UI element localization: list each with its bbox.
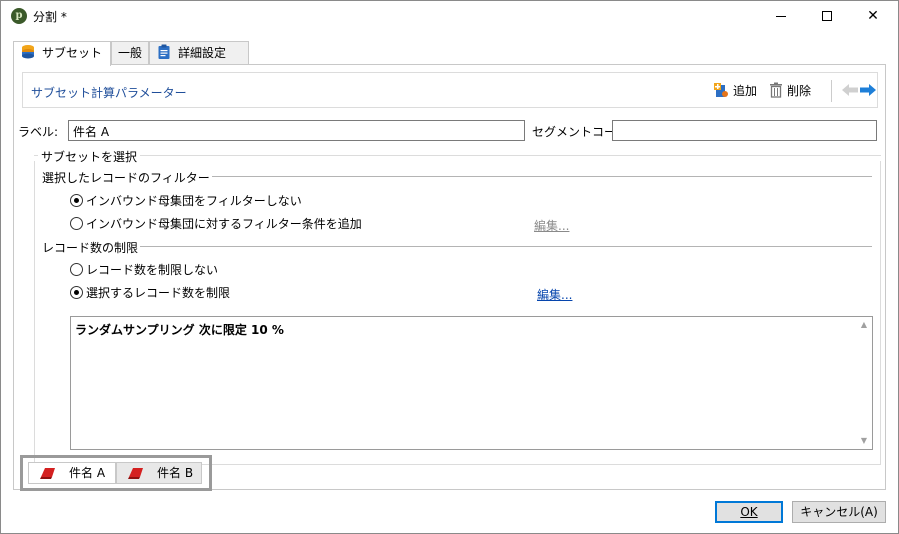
minimize-button[interactable] — [758, 1, 804, 32]
limit-heading: レコード数の制限 — [42, 239, 141, 256]
close-icon: ✕ — [867, 8, 879, 24]
radio-add-filter-label: インバウンド母集団に対するフィルター条件を追加 — [86, 217, 362, 231]
tab-subset-label: サブセット — [42, 46, 103, 60]
limit-divider — [42, 246, 872, 247]
label-input[interactable]: 件名 A — [68, 120, 525, 141]
radio-no-filter-label: インバウンド母集団をフィルターしない — [86, 194, 302, 208]
toolbar-separator — [831, 80, 832, 102]
group-border-top — [34, 155, 881, 156]
summary-textarea[interactable]: ランダムサンプリング 次に限定 10 % ▲ ▼ — [70, 316, 873, 450]
cancel-button-label: キャンセル(A) — [800, 505, 878, 519]
bottom-tab-subject-a[interactable]: 件名 A — [28, 462, 116, 484]
filter-heading: 選択したレコードのフィルター — [42, 169, 212, 186]
add-button[interactable]: 追加 — [713, 82, 757, 101]
radio-add-filter-indicator — [70, 217, 83, 230]
trash-icon — [769, 82, 783, 101]
filter-edit-link[interactable]: 編集... — [534, 217, 569, 234]
previous-arrow-button[interactable] — [841, 81, 859, 99]
subset-group-legend: サブセットを選択 — [38, 148, 141, 165]
database-icon — [20, 44, 36, 60]
radio-no-limit-indicator — [70, 263, 83, 276]
cancel-button[interactable]: キャンセル(A) — [792, 501, 886, 523]
window-title: 分割 * — [33, 10, 67, 24]
summary-scrollbar[interactable]: ▲ ▼ — [856, 317, 872, 449]
tab-advanced[interactable]: 詳細設定 — [149, 41, 249, 65]
ok-button[interactable]: OK — [715, 501, 783, 523]
arrow-left-icon — [842, 84, 858, 96]
radio-limit-records-indicator — [70, 286, 83, 299]
maximize-button[interactable] — [804, 1, 850, 32]
next-arrow-button[interactable] — [859, 81, 877, 99]
add-button-label: 追加 — [733, 84, 758, 98]
label-caption: ラベル: — [18, 125, 59, 139]
minimize-icon — [776, 16, 786, 17]
tab-subset[interactable]: サブセット — [13, 41, 111, 66]
radio-no-filter[interactable]: インバウンド母集団をフィルターしない — [70, 193, 302, 209]
limit-edit-link[interactable]: 編集... — [537, 286, 572, 303]
subset-red-icon — [39, 466, 57, 486]
scroll-down-icon[interactable]: ▼ — [860, 437, 868, 445]
ok-button-label: OK — [740, 505, 758, 519]
delete-button[interactable]: 削除 — [769, 82, 811, 101]
radio-limit-records[interactable]: 選択するレコード数を制限 — [70, 285, 230, 301]
radio-no-filter-indicator — [70, 194, 83, 207]
dialog-window: p 分割 * ✕ サブセット 一般 詳細設定 サブセット計算パラメーター 追加 … — [0, 0, 899, 534]
section-title: サブセット計算パラメーター — [31, 86, 187, 100]
arrow-right-icon — [860, 84, 876, 96]
title-bar: p 分割 * ✕ — [1, 1, 898, 32]
delete-button-label: 削除 — [787, 84, 812, 98]
radio-no-limit[interactable]: レコード数を制限しない — [70, 262, 218, 278]
subset-panel: サブセット計算パラメーター 追加 削除 ラベル: 件名 A セグメントコード: … — [13, 64, 886, 490]
app-logo-icon: p — [11, 8, 27, 24]
close-button[interactable]: ✕ — [850, 1, 896, 32]
add-icon — [713, 82, 729, 101]
bottom-tab-subject-a-label: 件名 A — [69, 466, 106, 480]
tab-general[interactable]: 一般 — [111, 41, 149, 65]
radio-limit-records-label: 選択するレコード数を制限 — [86, 286, 231, 300]
scroll-up-icon[interactable]: ▲ — [860, 321, 868, 329]
radio-add-filter[interactable]: インバウンド母集団に対するフィルター条件を追加 — [70, 216, 362, 232]
summary-text: ランダムサンプリング 次に限定 10 % — [75, 323, 284, 337]
radio-no-limit-label: レコード数を制限しない — [86, 263, 219, 277]
section-header: サブセット計算パラメーター 追加 削除 — [22, 72, 878, 108]
tab-advanced-label: 詳細設定 — [178, 46, 227, 60]
tab-general-label: 一般 — [118, 46, 143, 60]
segment-code-input[interactable] — [612, 120, 877, 141]
subset-red-icon — [127, 466, 145, 486]
bottom-tab-subject-b-label: 件名 B — [157, 466, 194, 480]
clipboard-icon — [156, 44, 172, 60]
maximize-icon — [822, 11, 832, 21]
bottom-tab-subject-b[interactable]: 件名 B — [116, 462, 202, 484]
